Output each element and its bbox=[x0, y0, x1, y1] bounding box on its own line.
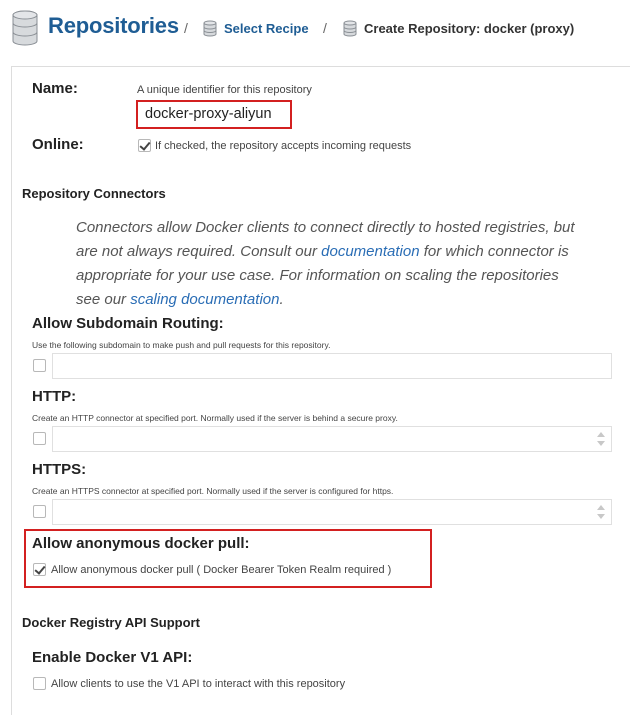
scaling-documentation-link[interactable]: scaling documentation bbox=[130, 291, 279, 308]
breadcrumb-select-recipe[interactable]: Select Recipe bbox=[224, 21, 309, 36]
v1-api-checkbox-label: Allow clients to use the V1 API to inter… bbox=[51, 678, 346, 690]
online-checkbox[interactable] bbox=[138, 139, 151, 152]
https-port-input[interactable] bbox=[52, 499, 612, 525]
connectors-desc-part: . bbox=[279, 291, 284, 308]
breadcrumb-repositories[interactable]: Repositories bbox=[48, 13, 179, 39]
http-checkbox[interactable] bbox=[33, 432, 46, 445]
http-port-input[interactable] bbox=[52, 426, 612, 452]
name-label: Name: bbox=[32, 80, 78, 97]
documentation-link[interactable]: documentation bbox=[321, 243, 419, 260]
breadcrumb-bar: Repositories / Select Recipe / Create Re… bbox=[0, 0, 630, 60]
database-icon bbox=[343, 20, 357, 37]
online-checkbox-label: If checked, the repository accepts incom… bbox=[155, 140, 412, 152]
https-checkbox[interactable] bbox=[33, 505, 46, 518]
subdomain-label: Allow Subdomain Routing: bbox=[32, 315, 224, 332]
subdomain-input[interactable] bbox=[52, 353, 612, 379]
breadcrumb-separator: / bbox=[323, 20, 327, 36]
subdomain-help: Use the following subdomain to make push… bbox=[32, 340, 331, 350]
http-help: Create an HTTP connector at specified po… bbox=[32, 413, 398, 423]
connectors-description: Connectors allow Docker clients to conne… bbox=[76, 216, 586, 312]
https-label: HTTPS: bbox=[32, 461, 87, 478]
v1-api-label: Enable Docker V1 API: bbox=[32, 649, 193, 666]
repository-connectors-heading: Repository Connectors bbox=[22, 186, 166, 201]
subdomain-checkbox[interactable] bbox=[33, 359, 46, 372]
breadcrumb-current: Create Repository: docker (proxy) bbox=[364, 21, 575, 36]
v1-api-checkbox[interactable] bbox=[33, 677, 46, 690]
name-help: A unique identifier for this repository bbox=[137, 84, 312, 96]
anonymous-pull-checkbox-label: Allow anonymous docker pull ( Docker Bea… bbox=[51, 564, 392, 576]
stepper-icon[interactable] bbox=[597, 504, 605, 520]
stepper-icon[interactable] bbox=[597, 431, 605, 447]
online-label: Online: bbox=[32, 136, 84, 153]
http-label: HTTP: bbox=[32, 388, 77, 405]
name-input[interactable]: docker-proxy-aliyun bbox=[136, 100, 292, 129]
anonymous-pull-label: Allow anonymous docker pull: bbox=[32, 535, 250, 552]
https-help: Create an HTTPS connector at specified p… bbox=[32, 486, 394, 496]
database-icon bbox=[12, 10, 38, 46]
api-support-heading: Docker Registry API Support bbox=[22, 615, 200, 630]
breadcrumb-separator: / bbox=[184, 20, 188, 36]
anonymous-pull-checkbox[interactable] bbox=[33, 563, 46, 576]
database-icon bbox=[203, 20, 217, 37]
